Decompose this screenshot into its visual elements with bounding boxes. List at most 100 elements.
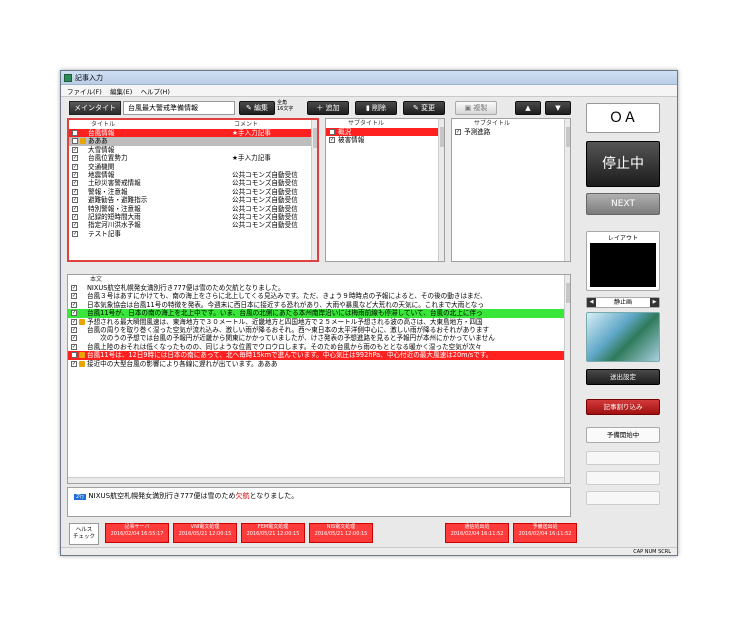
title-row[interactable]: ✓ 特別警報・注意報 公共コモンズ自動受信	[69, 205, 317, 213]
subtitle1-rows: ✓ 概況 ✓ 被害情報	[326, 128, 444, 145]
main-window: 記事入力 ファイル(F) 編集(E) ヘルプ(H) メインタイトル 台風最大警戒…	[60, 70, 678, 556]
row-checkbox[interactable]	[72, 138, 78, 145]
title-text: 特別警報・注意報	[88, 204, 141, 213]
body-row[interactable]: ✓ 台風11号が、日本の南の海上を北上中です。いま、台風の北側にあたる本州南岸沿い…	[68, 309, 570, 318]
title-row[interactable]: ✓ 避難勧告・避難指示 公共コモンズ自動受信	[69, 196, 317, 204]
title-text: 記録的短時間大雨	[88, 212, 141, 221]
row-checkbox[interactable]: ✓	[72, 213, 78, 220]
send-setting-button[interactable]: 送出設定	[586, 369, 660, 385]
health-cell-time: 2016/02/04 16:55:17	[110, 531, 164, 537]
menu-help[interactable]: ヘルプ(H)	[140, 86, 169, 96]
scroll-thumb[interactable]	[566, 127, 570, 147]
body-scrollbar[interactable]	[564, 275, 570, 483]
still-image-selector[interactable]: ◀ 静止画 ▶	[586, 297, 660, 308]
move-down-button[interactable]: ▼	[545, 101, 571, 115]
window-title: 記事入力	[75, 74, 103, 82]
scroll-thumb[interactable]	[313, 128, 317, 148]
title-row[interactable]: あああ	[69, 137, 317, 146]
subtitle-row[interactable]: ✓ 概況	[326, 128, 444, 137]
move-up-button[interactable]: ▲	[515, 101, 541, 115]
menu-file[interactable]: ファイル(F)	[67, 86, 102, 96]
row-checkbox[interactable]: ✓	[71, 310, 77, 317]
keyboard-status: CAP NUM SCRL	[633, 549, 671, 555]
scroll-thumb[interactable]	[440, 127, 444, 147]
row-checkbox[interactable]: ✓	[72, 130, 78, 136]
interrupt-button[interactable]: 記事割り込み	[586, 399, 660, 415]
row-checkbox[interactable]: ✓	[72, 230, 78, 237]
next-arrow-icon[interactable]: ▶	[650, 298, 659, 307]
row-checkbox[interactable]: ✓	[71, 360, 77, 367]
title-row[interactable]: ✓ 台風情報 ★手入力記事	[69, 129, 317, 138]
body-row[interactable]: ✓ 次のうの予想では台風の予報円が近畿から関東にかかっていましたが、けさ発表の予…	[68, 334, 570, 342]
next-button[interactable]: NEXT	[586, 193, 660, 215]
body-row[interactable]: ✓ 日本気象協会は台風11号の特徴を発表。今週末に西日本に接近する恐れがあり、大雨…	[68, 301, 570, 309]
row-checkbox[interactable]: ✓	[72, 155, 78, 162]
weather-map-image	[586, 312, 660, 362]
subtitle2-scrollbar[interactable]	[564, 119, 570, 261]
row-checkbox[interactable]: ✓	[71, 352, 77, 359]
prev-arrow-icon[interactable]: ◀	[587, 298, 596, 307]
add-label: 追加	[325, 104, 340, 112]
stop-button[interactable]: 停止中	[586, 141, 660, 187]
body-hscrollbar[interactable]	[68, 477, 564, 483]
body-row[interactable]: ✓ 台風の周りを取り巻く湿った空気が流れ込み、激しい雨が降るおそれ。西〜東日本の太…	[68, 326, 570, 334]
title-row[interactable]: ✓ 指定河川洪水予報 公共コモンズ自動受信	[69, 221, 317, 229]
add-button[interactable]: ＋ 追加	[307, 101, 349, 115]
row-checkbox[interactable]: ✓	[72, 171, 78, 178]
title-row[interactable]: ✓ 交通機関	[69, 163, 317, 171]
title-text: 大雪情報	[88, 145, 115, 154]
edit-button[interactable]: ✎ 編集	[239, 101, 275, 115]
subtitle1-scrollbar[interactable]	[438, 119, 444, 261]
body-row[interactable]: ✓ 予想される最大瞬間風速は、東海地方で３０メートル、近畿地方と四国地方で２５メー…	[68, 318, 570, 326]
title-row[interactable]: ✓ 台風位置勢力 ★手入力記事	[69, 154, 317, 162]
body-row[interactable]: ✓ 台風３号はあすにかけても、南の海上をさらに北上してくる見込みです。ただ、きょう…	[68, 292, 570, 300]
title-scrollbar[interactable]	[311, 120, 317, 260]
health-cell-time: 2016/05/21 12:00:15	[178, 531, 232, 537]
row-checkbox[interactable]: ✓	[72, 163, 78, 170]
body-text: 接近中の大型台風の影響により各線に遅れが出ています。あああ	[87, 359, 278, 368]
title-row[interactable]: ✓ 記録的短時間大雨 公共コモンズ自動受信	[69, 213, 317, 221]
row-checkbox[interactable]: ✓	[71, 285, 77, 291]
title-row[interactable]: ✓ 地震情報 公共コモンズ自動受信	[69, 171, 317, 179]
delete-button[interactable]: ▮ 削除	[355, 101, 397, 115]
subtitle2-col: サブタイトル	[474, 120, 511, 127]
subtitle-row[interactable]: ✓ 予測進路	[452, 128, 570, 136]
body-text: 台風の周りを取り巻く湿った空気が流れ込み、激しい雨が降るおそれ。西〜東日本の太平…	[87, 325, 490, 334]
health-cell-name: NIS電文処理	[326, 524, 356, 530]
title-row[interactable]: ✓ 大雪情報	[69, 146, 317, 154]
row-checkbox[interactable]: ✓	[71, 301, 77, 308]
copy-button[interactable]: ▣ 複製	[455, 101, 497, 115]
body-row[interactable]: ✓ 接近中の大型台風の影響により各線に遅れが出ています。あああ	[68, 360, 570, 368]
row-checkbox[interactable]: ✓	[72, 180, 78, 187]
menu-edit[interactable]: 編集(E)	[110, 86, 132, 96]
col-title: タイトル	[91, 121, 116, 128]
body-text: NIXUS航空札幌発女満別行き777便は雪のため欠航となりました。	[87, 284, 285, 292]
row-checkbox[interactable]: ✓	[72, 222, 78, 229]
change-button[interactable]: ✎ 変更	[403, 101, 445, 115]
scroll-thumb[interactable]	[566, 283, 570, 303]
health-check-button[interactable]: ヘルス チェック	[69, 523, 99, 545]
row-checkbox[interactable]: ✓	[71, 343, 77, 350]
title-row[interactable]: ✓ 警報・注意報 公共コモンズ自動受信	[69, 188, 317, 196]
row-checkbox[interactable]: ✓	[71, 335, 77, 342]
row-checkbox[interactable]: ✓	[329, 129, 335, 135]
body-row[interactable]: ✓ NIXUS航空札幌発女満別行き777便は雪のため欠航となりました。	[68, 284, 570, 292]
row-checkbox[interactable]: ✓	[71, 293, 77, 300]
main-title-field[interactable]: 台風最大警戒準備情報	[123, 101, 235, 115]
row-checkbox[interactable]: ✓	[72, 188, 78, 195]
row-checkbox[interactable]: ✓	[329, 137, 335, 144]
title-row[interactable]: ✓ テスト記事	[69, 230, 317, 238]
row-checkbox[interactable]: ✓	[455, 129, 461, 135]
row-checkbox[interactable]: ✓	[71, 318, 77, 325]
subtitle2-header: サブタイトル	[452, 119, 570, 128]
row-checkbox[interactable]: ✓	[71, 326, 77, 333]
row-checkbox[interactable]: ✓	[72, 205, 78, 212]
subtitle-row[interactable]: ✓ 被害情報	[326, 136, 444, 144]
row-checkbox[interactable]: ✓	[72, 146, 78, 153]
body-row[interactable]: ✓ 台風上陸のおそれは低くなったものの、同じような位置でウロウロします。そのため台…	[68, 343, 570, 351]
title-row[interactable]: ✓ 土砂災害警戒情報 公共コモンズ自動受信	[69, 179, 317, 187]
body-text: 予想される最大瞬間風速は、東海地方で３０メートル、近畿地方と四国地方で２５メート…	[87, 317, 483, 326]
row-checkbox[interactable]: ✓	[72, 197, 78, 204]
standby-button[interactable]: 予備開始中	[586, 427, 660, 443]
body-row[interactable]: ✓ 台風11号は、12日9時には日本の南にあって、北へ毎時15kmで進んでいます。…	[68, 351, 570, 360]
